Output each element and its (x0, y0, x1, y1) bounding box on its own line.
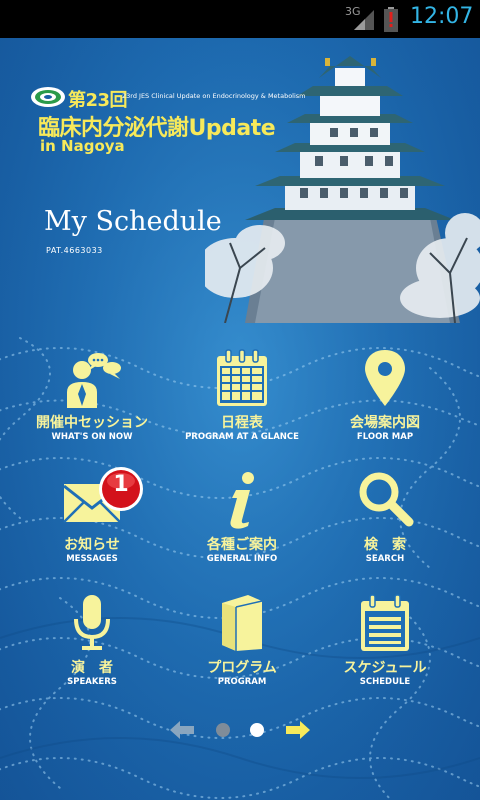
patent-number: PAT.4663033 (46, 246, 103, 255)
calendar-icon (217, 349, 267, 406)
menu-label-en: PROGRAM (217, 677, 267, 687)
map-pin-icon (365, 350, 405, 406)
society-logo (31, 87, 65, 107)
menu-label-ja: 各種ご案内 (207, 537, 277, 553)
app-screen: 3G 12:07 第23回 23rd JES Clinical Update o… (0, 0, 480, 800)
menu-label-en: PROGRAM AT A GLANCE (185, 432, 299, 442)
menu-floor-map[interactable]: 会場案内図 FLOOR MAP (315, 348, 455, 458)
menu-label-en: MESSAGES (66, 554, 118, 564)
menu-schedule[interactable]: スケジュール SCHEDULE (315, 593, 455, 703)
menu-label-ja: お知らせ (64, 537, 120, 553)
pager-dot-1[interactable] (216, 723, 230, 737)
header-banner: 第23回 23rd JES Clinical Update on Endocri… (0, 38, 480, 323)
conference-city: in Nagoya (40, 137, 125, 155)
conference-subtitle: 23rd JES Clinical Update on Endocrinolog… (122, 92, 306, 100)
pager-dot-2-active[interactable] (250, 723, 264, 737)
menu-label-en: SPEAKERS (67, 677, 117, 687)
menu-speakers[interactable]: 演 者 SPEAKERS (22, 593, 162, 703)
menu-program-at-a-glance[interactable]: 日程表 PROGRAM AT A GLANCE (172, 348, 312, 458)
menu-label-en: GENERAL INFO (206, 554, 278, 564)
arrow-right-icon[interactable] (286, 721, 310, 739)
menu-label-ja: 会場案内図 (350, 415, 420, 431)
schedule-list-icon (361, 594, 409, 651)
conference-number: 第23回 (68, 90, 128, 111)
arrow-left-icon[interactable] (170, 721, 194, 739)
menu-general-info[interactable]: 各種ご案内 GENERAL INFO (172, 470, 312, 580)
battery-alert-icon (384, 7, 398, 32)
castle-illustration (205, 56, 480, 323)
book-icon (222, 595, 263, 651)
menu-label-ja: スケジュール (343, 660, 427, 676)
magnifier-icon (359, 472, 414, 527)
menu-program[interactable]: プログラム PROGRAM (172, 593, 312, 703)
app-content: 第23回 23rd JES Clinical Update on Endocri… (0, 38, 480, 800)
menu-label-ja: プログラム (207, 660, 277, 676)
status-bar: 3G 12:07 (0, 0, 480, 38)
menu-label-ja: 開催中セッション (36, 415, 148, 431)
menu-label-en: SCHEDULE (359, 677, 411, 687)
menu-label-ja: 検 索 (364, 537, 406, 553)
info-icon (230, 472, 254, 529)
page-title: My Schedule (44, 206, 222, 237)
menu-whats-on-now[interactable]: 開催中セッション WHAT'S ON NOW (22, 348, 162, 458)
clock: 12:07 (410, 4, 474, 29)
menu-search[interactable]: 検 索 SEARCH (315, 470, 455, 580)
presenter-chat-icon (67, 353, 121, 408)
menu-label-en: WHAT'S ON NOW (51, 432, 133, 442)
unread-badge-count: 1 (113, 472, 129, 497)
microphone-icon (74, 595, 110, 650)
menu-label-ja: 日程表 (221, 415, 263, 431)
signal-icon (354, 10, 374, 30)
menu-label-en: SEARCH (365, 554, 405, 564)
menu-label-en: FLOOR MAP (356, 432, 414, 442)
menu-label-ja: 演 者 (71, 660, 113, 676)
